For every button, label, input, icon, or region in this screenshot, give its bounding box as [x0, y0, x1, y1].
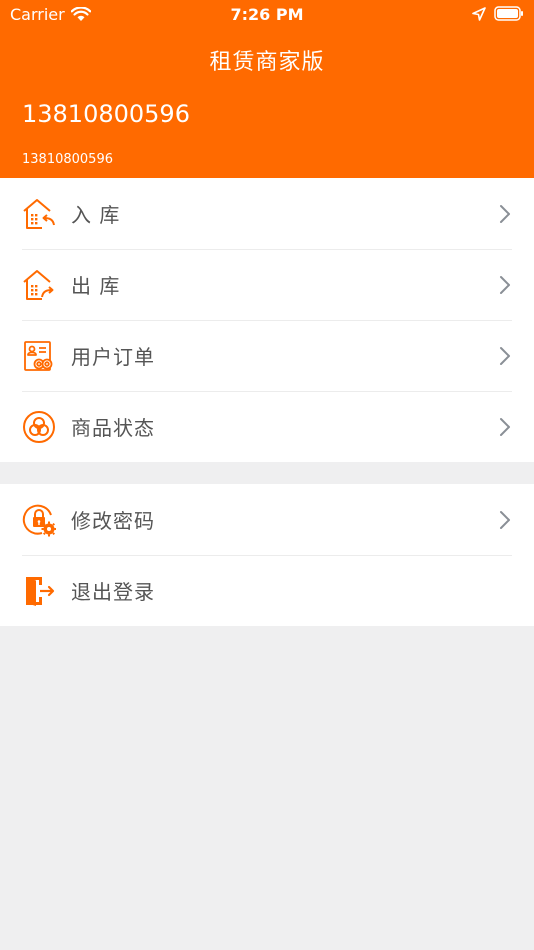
menu-label-logout: 退出登录	[71, 580, 155, 604]
status-time: 7:26 PM	[230, 5, 304, 24]
change-password-icon	[21, 502, 57, 538]
status-right	[472, 6, 524, 21]
page-title: 租赁商家版	[209, 50, 325, 75]
menu-label-warehouse-in: 入 库	[71, 203, 121, 227]
menu-label-change-password: 修改密码	[71, 509, 155, 533]
chevron-right-icon	[500, 346, 510, 365]
location-arrow-icon	[472, 6, 486, 21]
user-order-icon	[21, 338, 57, 374]
menu-item-change-password[interactable]: 修改密码	[0, 484, 534, 555]
chevron-right-icon	[500, 510, 510, 529]
menu-item-user-orders[interactable]: 用户订单	[0, 320, 534, 391]
menu-label-product-status: 商品状态	[71, 416, 155, 440]
menu-item-product-status[interactable]: 商品状态	[0, 391, 534, 462]
menu-group-main: 入 库 出 库 用户订单 商品状态	[0, 178, 534, 462]
chevron-right-icon	[500, 204, 510, 223]
warehouse-out-icon	[21, 267, 57, 303]
menu-item-warehouse-in[interactable]: 入 库	[0, 178, 534, 249]
header: Carrier 7:26 PM 租赁商家版 13810800596 138108…	[0, 0, 534, 178]
chevron-right-icon	[500, 417, 510, 436]
logout-icon	[21, 573, 57, 609]
section-divider	[0, 462, 534, 484]
menu-label-warehouse-out: 出 库	[71, 274, 121, 298]
account-username: 13810800596	[22, 152, 113, 167]
menu-item-logout[interactable]: 退出登录	[0, 555, 534, 626]
battery-icon	[494, 6, 523, 21]
product-status-icon	[21, 409, 57, 445]
menu-label-user-orders: 用户订单	[71, 345, 155, 369]
account-phone: 13810800596	[22, 100, 190, 128]
status-bar: Carrier 7:26 PM	[0, 0, 534, 30]
menu-item-warehouse-out[interactable]: 出 库	[0, 249, 534, 320]
chevron-right-icon	[500, 275, 510, 294]
warehouse-in-icon	[21, 196, 57, 232]
menu-group-account: 修改密码 退出登录	[0, 484, 534, 626]
